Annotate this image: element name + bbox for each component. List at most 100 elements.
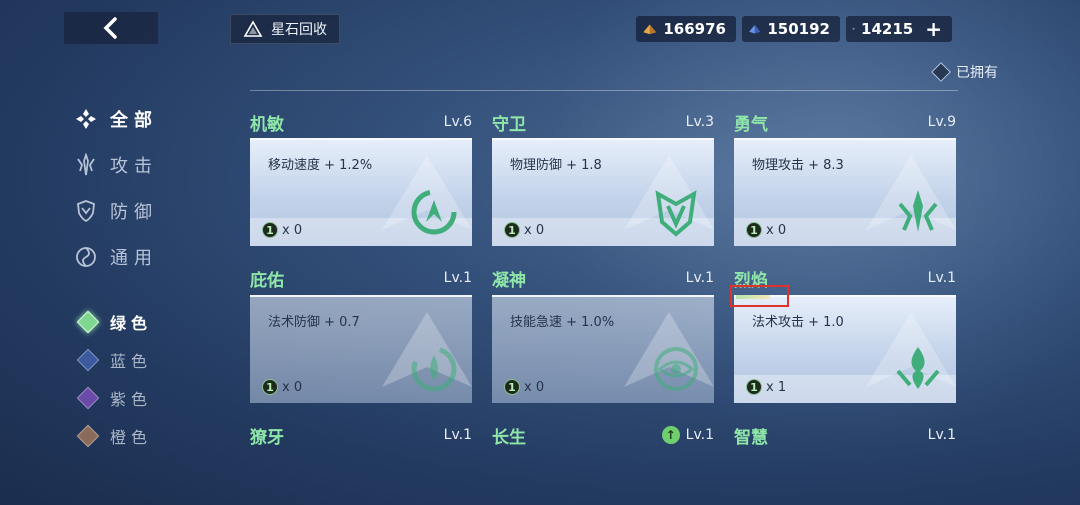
sidebar-item-attack[interactable]: 攻击 bbox=[74, 152, 158, 178]
upgrade-arrow-icon[interactable]: ↑ bbox=[661, 426, 680, 444]
color-filter-label: 橙色 bbox=[110, 428, 153, 447]
attack-icon bbox=[74, 153, 98, 177]
card-header: 长生 ↑ Lv.1 bbox=[492, 423, 714, 448]
card-count-value: x 0 bbox=[282, 379, 303, 395]
currency-purple: 14215 + bbox=[846, 16, 952, 42]
count-badge: 1 bbox=[262, 379, 278, 395]
flame-emblem-icon bbox=[896, 347, 940, 389]
card-name: 守卫 bbox=[492, 114, 526, 135]
recycle-label: 星石回收 bbox=[271, 22, 327, 38]
currency-gold: 166976 bbox=[636, 16, 736, 42]
gold-crystal-icon bbox=[643, 24, 657, 35]
card-level: Lv.1 bbox=[685, 427, 714, 443]
card-level: Lv.1 bbox=[927, 427, 956, 443]
agility-emblem-icon bbox=[411, 189, 457, 235]
card-count: 1 x 1 bbox=[746, 379, 786, 395]
color-filter-blue[interactable]: 蓝色 bbox=[76, 348, 153, 372]
purple-gem-icon bbox=[852, 27, 855, 31]
color-filter-purple[interactable]: 紫色 bbox=[76, 386, 153, 410]
currency-blue: 150192 bbox=[742, 16, 840, 42]
color-filter-orange[interactable]: 橙色 bbox=[76, 424, 153, 448]
card-level-group: ↑ Lv.1 bbox=[661, 426, 714, 444]
sidebar-item-general[interactable]: 通用 bbox=[74, 244, 158, 270]
card-count-value: x 1 bbox=[766, 379, 787, 395]
purple-diamond-icon bbox=[76, 386, 100, 410]
courage-emblem-icon bbox=[898, 190, 938, 232]
star-stone-card-agility[interactable]: 移动速度 + 1.2% 1 x 0 bbox=[250, 138, 472, 246]
card-header: 庇佑 Lv.1 bbox=[250, 266, 472, 291]
count-badge: 1 bbox=[262, 222, 278, 238]
color-filter-green[interactable]: 绿色 bbox=[76, 310, 153, 334]
blue-diamond-icon bbox=[76, 348, 100, 372]
owned-filter-label: 已拥有 bbox=[956, 65, 998, 81]
focus-emblem-icon bbox=[654, 347, 698, 391]
sidebar-item-label: 防御 bbox=[110, 202, 158, 223]
card-header: 凝神 Lv.1 bbox=[492, 266, 714, 291]
star-stone-card-courage[interactable]: 物理攻击 + 8.3 1 x 0 bbox=[734, 138, 956, 246]
orange-diamond-icon bbox=[76, 424, 100, 448]
blue-crystal-icon bbox=[749, 25, 761, 34]
guard-emblem-icon bbox=[655, 190, 697, 237]
general-icon bbox=[74, 245, 98, 269]
card-level: Lv.1 bbox=[685, 270, 714, 286]
color-filter-label: 绿色 bbox=[110, 314, 153, 333]
back-button[interactable] bbox=[64, 12, 158, 44]
star-stone-card-focus[interactable]: 技能急速 + 1.0% 1 x 0 bbox=[492, 295, 714, 403]
card-header: 守卫 Lv.3 bbox=[492, 110, 714, 135]
card-level: Lv.3 bbox=[685, 114, 714, 130]
card-name: 长生 bbox=[492, 427, 526, 448]
card-level: Lv.6 bbox=[443, 114, 472, 130]
color-filter-label: 紫色 bbox=[110, 390, 153, 409]
card-name: 勇气 bbox=[734, 114, 768, 135]
card-count: 1 x 0 bbox=[504, 222, 544, 238]
sidebar-item-label: 通用 bbox=[110, 248, 158, 269]
defense-icon bbox=[74, 199, 98, 223]
card-stat: 物理攻击 + 8.3 bbox=[752, 158, 844, 173]
card-name: 机敏 bbox=[250, 114, 284, 135]
card-name: 獠牙 bbox=[250, 427, 284, 448]
card-header: 机敏 Lv.6 bbox=[250, 110, 472, 135]
count-badge: 1 bbox=[746, 379, 762, 395]
card-header: 勇气 Lv.9 bbox=[734, 110, 956, 135]
all-icon bbox=[74, 107, 98, 131]
star-stone-card-flame[interactable]: 法术攻击 + 1.0 1 x 1 bbox=[734, 295, 956, 403]
star-stone-card-blessing[interactable]: 法术防御 + 0.7 1 x 0 bbox=[250, 295, 472, 403]
card-count: 1 x 0 bbox=[746, 222, 786, 238]
card-name: 庇佑 bbox=[250, 270, 284, 291]
add-currency-button[interactable]: + bbox=[925, 17, 942, 41]
currency-purple-value: 14215 bbox=[861, 20, 914, 38]
card-count-value: x 0 bbox=[766, 222, 787, 238]
count-badge: 1 bbox=[504, 379, 520, 395]
card-stat: 移动速度 + 1.2% bbox=[268, 158, 373, 173]
sidebar-item-defense[interactable]: 防御 bbox=[74, 198, 158, 224]
card-stat: 法术攻击 + 1.0 bbox=[752, 315, 844, 330]
card-count: 1 x 0 bbox=[504, 379, 544, 395]
color-filter-label: 蓝色 bbox=[110, 352, 153, 371]
green-diamond-icon bbox=[76, 310, 100, 334]
card-count-value: x 0 bbox=[282, 222, 303, 238]
card-name: 凝神 bbox=[492, 270, 526, 291]
card-header: 獠牙 Lv.1 bbox=[250, 423, 472, 448]
card-stat: 物理防御 + 1.8 bbox=[510, 158, 602, 173]
owned-checkbox-icon bbox=[931, 62, 951, 82]
blessing-emblem-icon bbox=[411, 346, 457, 392]
card-level: Lv.1 bbox=[927, 270, 956, 286]
recycle-triangle-icon bbox=[243, 20, 263, 37]
content-divider bbox=[250, 90, 958, 91]
card-count: 1 x 0 bbox=[262, 222, 302, 238]
card-stat: 技能急速 + 1.0% bbox=[510, 315, 615, 330]
card-level: Lv.9 bbox=[927, 114, 956, 130]
sidebar-item-label: 攻击 bbox=[110, 156, 158, 177]
highlight-marker bbox=[730, 285, 789, 307]
card-level: Lv.1 bbox=[443, 427, 472, 443]
star-stone-card-guard[interactable]: 物理防御 + 1.8 1 x 0 bbox=[492, 138, 714, 246]
sidebar-item-all[interactable]: 全部 bbox=[74, 106, 158, 132]
chevron-left-icon bbox=[103, 17, 117, 39]
currency-gold-value: 166976 bbox=[663, 20, 726, 38]
owned-filter-toggle[interactable]: 已拥有 bbox=[931, 62, 998, 82]
card-count-value: x 0 bbox=[524, 379, 545, 395]
card-count: 1 x 0 bbox=[262, 379, 302, 395]
card-header: 智慧 Lv.1 bbox=[734, 423, 956, 448]
star-stone-recycle-button[interactable]: 星石回收 bbox=[230, 14, 340, 44]
count-badge: 1 bbox=[504, 222, 520, 238]
